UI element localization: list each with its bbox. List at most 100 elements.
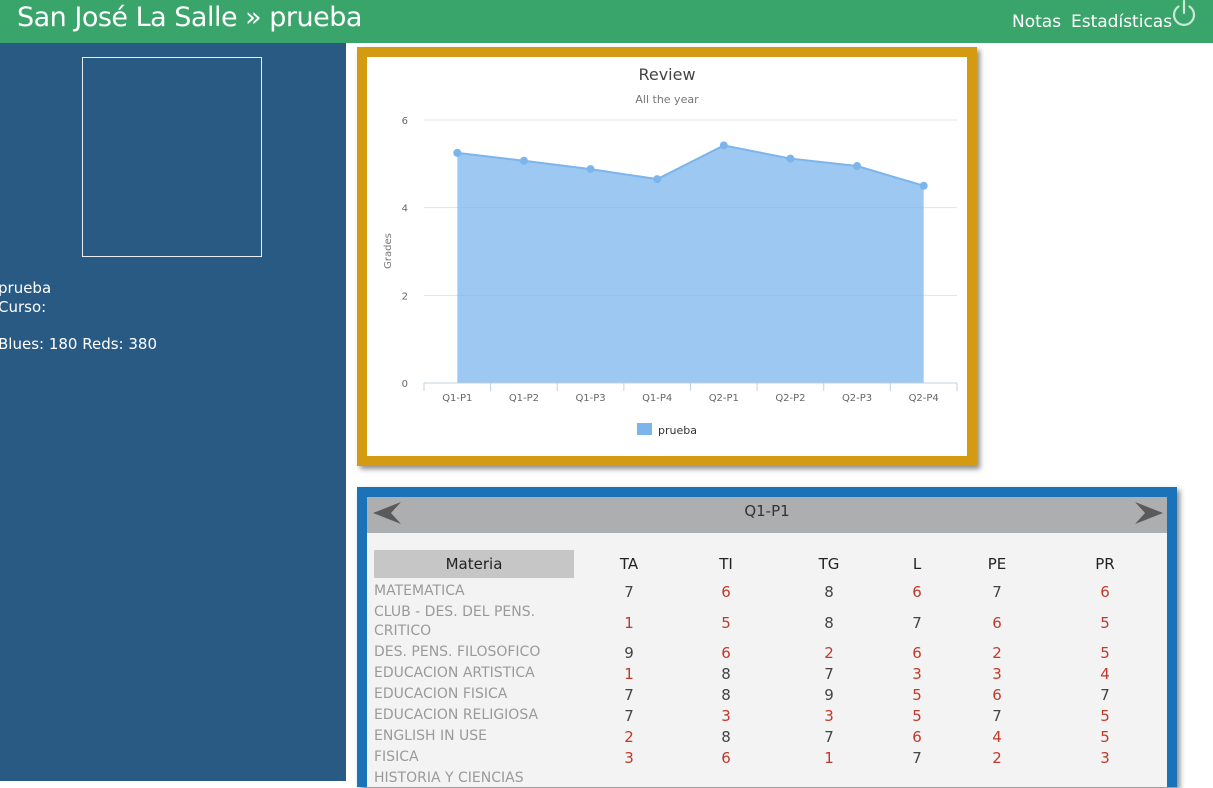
x-tick-label: Q1-P1 <box>442 393 472 404</box>
x-tick-label: Q1-P4 <box>642 393 672 404</box>
grade-cell: 9 <box>824 686 834 704</box>
x-tick-label: Q2-P1 <box>709 393 739 404</box>
grade-cell: 6 <box>721 749 731 767</box>
x-tick-label: Q1-P3 <box>575 393 605 404</box>
grade-cell: 7 <box>912 613 922 632</box>
subject-name: EDUCACION FISICA <box>374 686 508 702</box>
grade-cell: 6 <box>1100 583 1110 601</box>
column-header-pr[interactable]: PR <box>1075 550 1135 578</box>
x-tick-label: Q2-P2 <box>775 393 805 404</box>
grade-cell: 6 <box>912 728 922 746</box>
x-tick-label: Q1-P2 <box>509 393 539 404</box>
student-name: prueba <box>0 279 52 297</box>
data-point[interactable] <box>586 165 595 174</box>
grade-cell: 3 <box>912 665 922 683</box>
data-point[interactable] <box>653 175 662 184</box>
data-point[interactable] <box>519 156 528 165</box>
grade-cell: 2 <box>824 644 834 662</box>
grade-cell: 3 <box>721 707 731 725</box>
student-curso: Curso: <box>0 298 47 316</box>
grade-cell: 5 <box>1100 613 1110 632</box>
grade-cell: 5 <box>721 613 731 632</box>
grade-cell: 8 <box>721 665 731 683</box>
subject-name: CLUB - DES. DEL PENS. CRITICO <box>374 604 536 639</box>
grade-cell: 7 <box>824 665 834 683</box>
data-point[interactable] <box>719 141 728 150</box>
grade-cell: 1 <box>624 665 634 683</box>
arrow-right-icon[interactable] <box>1133 499 1165 532</box>
arrow-left-icon[interactable] <box>371 499 403 532</box>
grade-cell: 4 <box>992 728 1002 746</box>
review-chart: 0 2 4 6 Q1-P1 Q1-P2 Q1-P3 Q1-P4 Q2-P1 Q2-P2 Q2-P3 Q… <box>383 65 958 437</box>
grade-cell: 1 <box>824 749 834 767</box>
grade-cell: 2 <box>992 749 1002 767</box>
grade-cell: 6 <box>721 644 731 662</box>
grade-cell: 3 <box>992 665 1002 683</box>
legend-label[interactable]: prueba <box>658 424 697 437</box>
grade-cell: 8 <box>721 686 731 704</box>
chart-title: Review <box>638 65 695 84</box>
grade-cell: 7 <box>912 749 922 767</box>
subject-name: EDUCACION RELIGIOSA <box>374 707 539 723</box>
grade-cell: 7 <box>1100 686 1110 704</box>
grade-cell: 1 <box>624 613 634 632</box>
data-point[interactable] <box>453 148 462 157</box>
app-title[interactable]: San José La Salle » prueba <box>17 0 362 36</box>
grade-cell: 6 <box>912 583 922 601</box>
y-tick-label: 4 <box>402 204 408 215</box>
grade-cell: 6 <box>992 613 1002 632</box>
grade-cell: 5 <box>1100 707 1110 725</box>
grade-cell: 7 <box>624 583 634 601</box>
grade-cell: 3 <box>1100 749 1110 767</box>
grades-card: Q1-P1 Materia TA TI TG L PE PR MATEMATICA 7 6 8 6 7 6… <box>357 487 1177 787</box>
legend-swatch <box>637 423 652 435</box>
chart-card: 0 2 4 6 Q1-P1 Q1-P2 Q1-P3 Q1-P4 Q2-P1 Q2-P2 Q2-P3 Q… <box>357 47 977 466</box>
x-tick-label: Q2-P4 <box>909 393 939 404</box>
grade-cell: 5 <box>1100 728 1110 746</box>
grade-cell: 6 <box>912 644 922 662</box>
y-tick-label: 6 <box>402 116 408 127</box>
subject-name: ENGLISH IN USE <box>374 728 487 744</box>
grade-cell: 9 <box>624 644 634 662</box>
grade-cell: 2 <box>992 644 1002 662</box>
y-axis-label: Grades <box>383 233 394 269</box>
grade-cell: 3 <box>824 707 834 725</box>
y-tick-label: 2 <box>402 291 408 302</box>
sidebar: prueba Curso: Blues: 180 Reds: 380 <box>0 43 346 781</box>
grade-cell: 8 <box>721 728 731 746</box>
grade-cell: 3 <box>624 749 634 767</box>
column-header-tg[interactable]: TG <box>799 550 859 578</box>
column-header-ta[interactable]: TA <box>599 550 659 578</box>
profile-photo <box>82 57 262 257</box>
grade-cell: 8 <box>824 583 834 601</box>
power-icon[interactable] <box>1170 0 1198 28</box>
grade-cell: 7 <box>992 583 1002 601</box>
grade-cell: 7 <box>624 686 634 704</box>
column-header-ti[interactable]: TI <box>696 550 756 578</box>
column-header-pe[interactable]: PE <box>967 550 1027 578</box>
column-header-materia[interactable]: Materia <box>374 550 574 578</box>
column-header-l[interactable]: L <box>887 550 947 578</box>
x-tick-label: Q2-P3 <box>842 393 872 404</box>
nav-estadisticas[interactable]: Estadísticas <box>1071 12 1172 32</box>
period-selector: Q1-P1 <box>367 497 1167 533</box>
data-point[interactable] <box>919 181 928 190</box>
grade-cell: 6 <box>721 583 731 601</box>
subject-name: DES. PENS. FILOSOFICO <box>374 644 541 660</box>
chart-subtitle: All the year <box>635 93 699 106</box>
grade-cell: 5 <box>912 707 922 725</box>
data-point[interactable] <box>786 154 795 163</box>
subject-name: MATEMATICA <box>374 583 465 599</box>
grade-cell: 2 <box>624 728 634 746</box>
nav-notas[interactable]: Notas <box>1012 12 1061 32</box>
blue-red-counts: Blues: 180 Reds: 380 <box>0 335 157 353</box>
grade-cell: 5 <box>1100 644 1110 662</box>
period-label: Q1-P1 <box>744 502 790 520</box>
data-point[interactable] <box>853 162 862 171</box>
series-area <box>457 145 924 383</box>
grade-cell: 7 <box>992 707 1002 725</box>
subject-name: HISTORIA Y CIENCIAS <box>374 770 524 786</box>
grade-cell: 7 <box>824 728 834 746</box>
y-tick-label: 0 <box>402 379 408 390</box>
grade-cell: 5 <box>912 686 922 704</box>
